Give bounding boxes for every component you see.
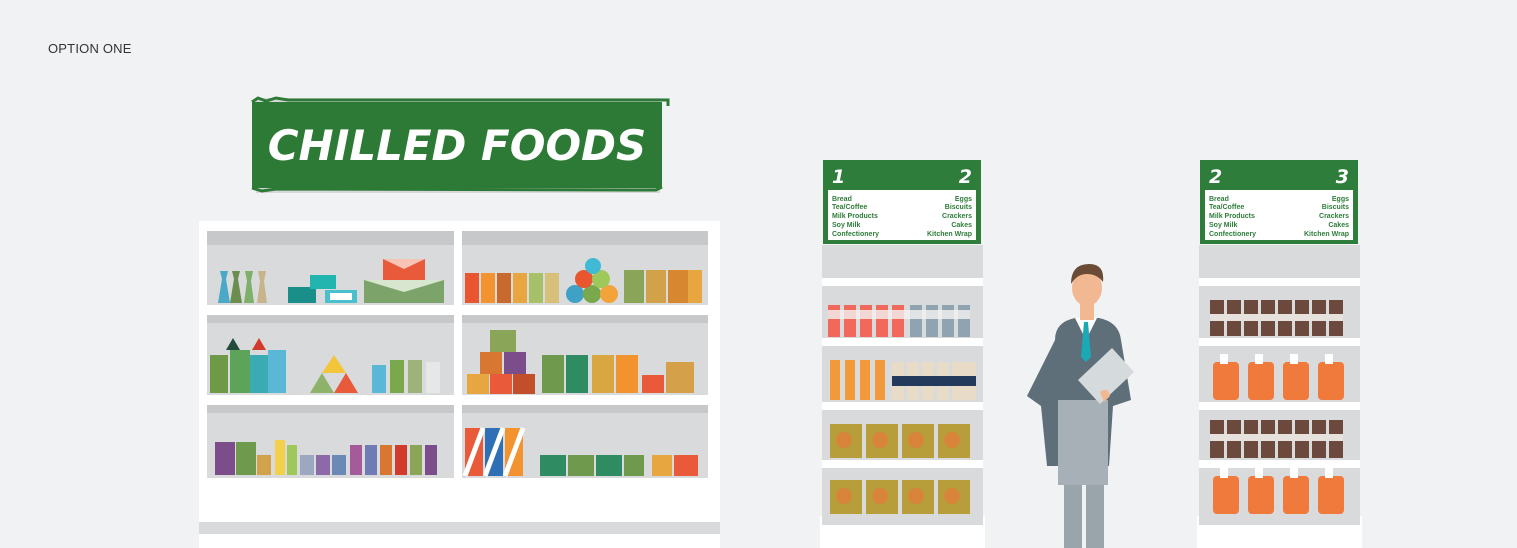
aisle-item: Bread bbox=[1209, 196, 1229, 203]
aisle-item: Soy Milk bbox=[1209, 222, 1238, 229]
aisle-item: Confectionery bbox=[832, 231, 879, 238]
aisle-item: Tea/Coffee bbox=[832, 204, 867, 211]
aisle-item: Tea/Coffee bbox=[1209, 204, 1244, 211]
aisle-number-right: 2 bbox=[959, 166, 972, 188]
aisle-item: Crackers bbox=[942, 213, 972, 220]
aisle-number-left: 2 bbox=[1209, 166, 1222, 188]
aisle-number-left: 1 bbox=[832, 166, 845, 188]
aisle-item: Eggs bbox=[1332, 196, 1349, 203]
aisle-item: Eggs bbox=[955, 196, 972, 203]
aisle-item: Kitchen Wrap bbox=[927, 231, 972, 238]
store-manager-figure bbox=[1027, 264, 1134, 548]
store-scene: CHILLED FOODS 1 2 Bread Tea/Coffee Milk … bbox=[199, 96, 1362, 548]
chilled-foods-banner: CHILLED FOODS bbox=[251, 96, 670, 193]
aisle-item: Soy Milk bbox=[832, 222, 861, 229]
aisle-gondola-a: 1 2 Bread Tea/Coffee Milk Products Soy M… bbox=[820, 160, 985, 548]
aisle-item: Cakes bbox=[1328, 222, 1349, 229]
product-group bbox=[828, 305, 970, 337]
aisle-item: Kitchen Wrap bbox=[1304, 231, 1349, 238]
aisle-item: Bread bbox=[832, 196, 852, 203]
aisle-item: Milk Products bbox=[1209, 213, 1255, 220]
aisle-number-right: 3 bbox=[1336, 166, 1349, 188]
aisle-item: Confectionery bbox=[1209, 231, 1256, 238]
banner-text: CHILLED FOODS bbox=[268, 121, 647, 170]
aisle-sign-a: 1 2 Bread Tea/Coffee Milk Products Soy M… bbox=[823, 160, 981, 244]
aisle-gondola-b: 2 3 Bread Tea/Coffee Milk Products Soy M… bbox=[1197, 160, 1362, 548]
product-group bbox=[830, 360, 976, 400]
aisle-sign-b: 2 3 Bread Tea/Coffee Milk Products Soy M… bbox=[1200, 160, 1358, 244]
aisle-item: Biscuits bbox=[1322, 204, 1349, 211]
chilled-shelf-unit bbox=[199, 221, 720, 548]
aisle-item: Cakes bbox=[951, 222, 972, 229]
aisle-item: Milk Products bbox=[832, 213, 878, 220]
aisle-item: Biscuits bbox=[945, 204, 972, 211]
aisle-item: Crackers bbox=[1319, 213, 1349, 220]
